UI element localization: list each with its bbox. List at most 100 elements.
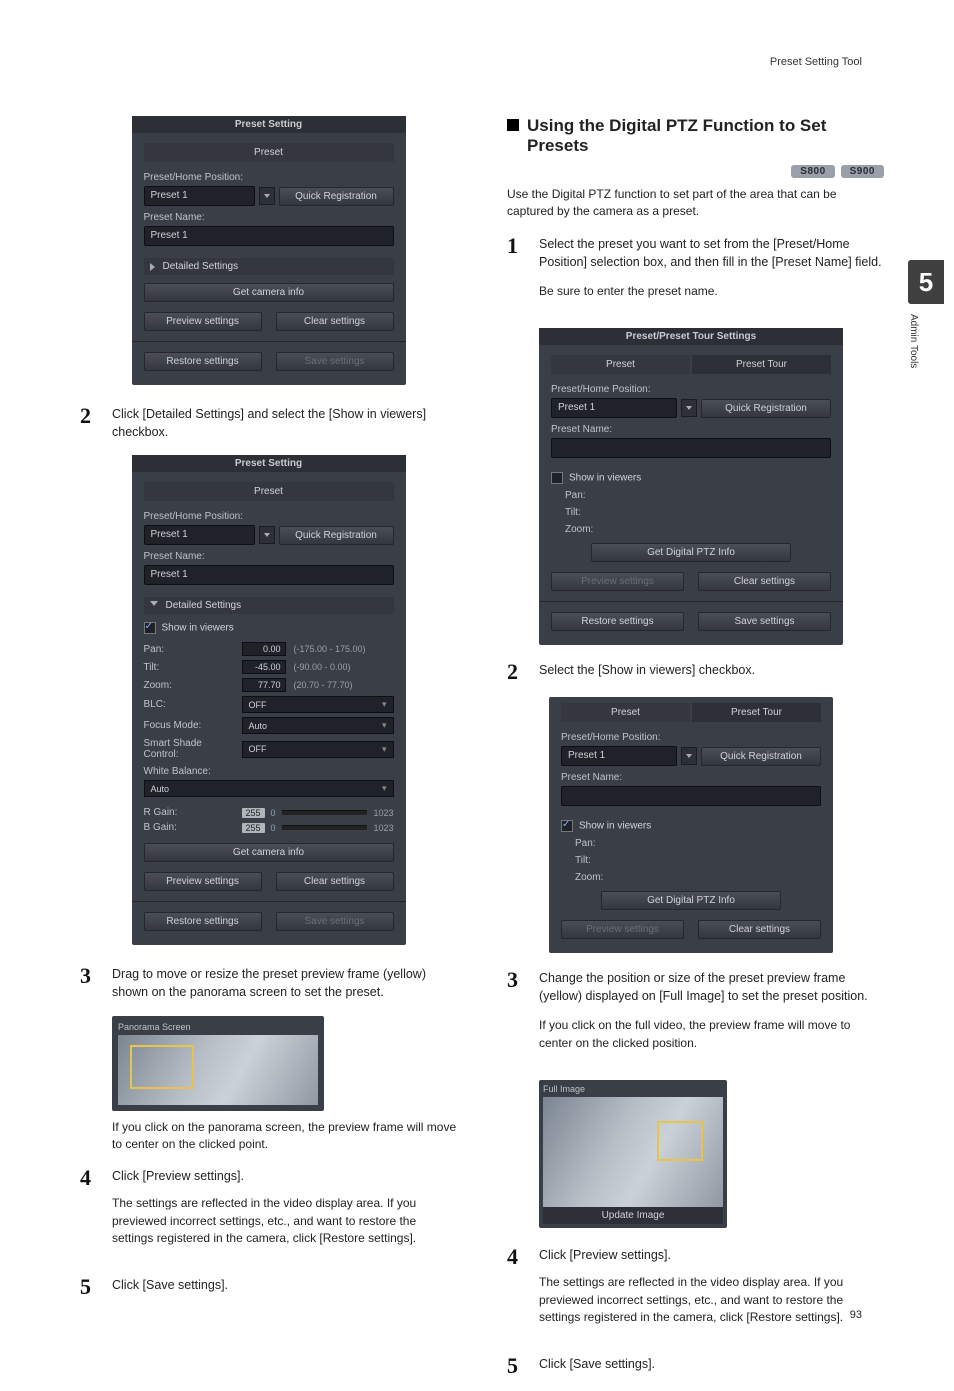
chevron-down-icon[interactable]	[681, 399, 697, 417]
ssc-label: Smart Shade Control:	[144, 738, 234, 760]
show-in-viewers-checkbox[interactable]	[561, 820, 573, 832]
preset-home-select[interactable]: Preset 1	[561, 746, 677, 766]
preset-home-label: Preset/Home Position:	[144, 172, 394, 183]
pill-s900: S900	[841, 165, 884, 178]
show-in-viewers-checkbox[interactable]	[551, 472, 563, 484]
pan-label: Pan:	[565, 490, 831, 501]
preset-home-select[interactable]: Preset 1	[144, 186, 255, 206]
save-settings-button[interactable]: Save settings	[276, 352, 394, 371]
chevron-down-icon[interactable]	[259, 526, 275, 544]
step-5: 5 Click [Save settings].	[507, 1355, 884, 1377]
preview-settings-button[interactable]: Preview settings	[144, 872, 262, 891]
pan-value[interactable]: 0.00	[242, 642, 286, 656]
update-image-button[interactable]: Update Image	[543, 1207, 723, 1224]
pan-row: Pan: 0.00 (-175.00 - 175.00)	[144, 642, 394, 656]
pan-range: (-175.00 - 175.00)	[294, 644, 366, 654]
chapter-sidebar: 5 Admin Tools	[908, 260, 944, 368]
step-3: 3 Drag to move or resize the preset prev…	[80, 965, 457, 1001]
pill-s800: S800	[791, 165, 834, 178]
get-digital-ptz-button[interactable]: Get Digital PTZ Info	[591, 543, 791, 562]
section-intro: Use the Digital PTZ function to set part…	[507, 186, 884, 221]
preset-name-input[interactable]	[551, 438, 831, 458]
step-text: Click [Detailed Settings] and select the…	[112, 405, 457, 441]
r-gain-max: 1023	[373, 808, 393, 818]
zoom-label: Zoom:	[565, 524, 831, 535]
restore-settings-button[interactable]: Restore settings	[144, 912, 262, 931]
step-2: 2 Select the [Show in viewers] checkbox.	[507, 661, 884, 683]
wb-label: White Balance:	[144, 766, 394, 777]
preview-settings-button[interactable]: Preview settings	[551, 572, 684, 591]
blc-select[interactable]: OFF▾	[242, 696, 394, 713]
step-text: Click [Save settings].	[539, 1355, 884, 1373]
preset-home-select[interactable]: Preset 1	[144, 525, 255, 545]
tilt-value[interactable]: -45.00	[242, 660, 286, 674]
tilt-range: (-90.00 - 0.00)	[294, 662, 351, 672]
page-number: 93	[850, 1309, 862, 1321]
quick-registration-button[interactable]: Quick Registration	[279, 187, 394, 206]
chevron-down-icon: ▾	[382, 720, 387, 731]
tab-preset-tour[interactable]: Preset Tour	[692, 703, 821, 722]
step-number: 1	[507, 235, 525, 257]
chevron-down-icon[interactable]	[681, 747, 697, 765]
zoom-label: Zoom:	[575, 872, 821, 883]
get-camera-info-button[interactable]: Get camera info	[144, 283, 394, 302]
preset-name-input[interactable]	[561, 786, 821, 806]
quick-registration-button[interactable]: Quick Registration	[701, 399, 831, 418]
preset-home-select[interactable]: Preset 1	[551, 398, 677, 418]
save-settings-button[interactable]: Save settings	[698, 612, 831, 631]
r-gain-label: R Gain:	[144, 807, 234, 818]
step-4: 4 Click [Preview settings]. The settings…	[80, 1167, 457, 1261]
chevron-down-icon[interactable]	[259, 187, 275, 205]
step-number: 3	[507, 969, 525, 991]
quick-registration-button[interactable]: Quick Registration	[279, 526, 394, 545]
detailed-settings-toggle[interactable]: Detailed Settings	[144, 597, 394, 614]
step-body: The settings are reflected in the video …	[539, 1274, 884, 1326]
preview-settings-button[interactable]: Preview settings	[144, 312, 262, 331]
chevron-down-icon	[150, 601, 158, 610]
tab-preset[interactable]: Preset	[561, 703, 690, 722]
clear-settings-button[interactable]: Clear settings	[698, 572, 831, 591]
quick-registration-button[interactable]: Quick Registration	[701, 747, 821, 766]
save-settings-button[interactable]: Save settings	[276, 912, 394, 931]
chevron-down-icon: ▾	[382, 699, 387, 710]
tab-preset[interactable]: Preset	[144, 143, 394, 162]
b-gain-slider[interactable]: 255 0 1023	[242, 823, 394, 833]
panel-title: Preset Setting	[132, 455, 406, 472]
wb-select[interactable]: Auto▾	[144, 780, 394, 797]
step-number: 4	[80, 1167, 98, 1189]
full-image-caption: Full Image	[543, 1084, 723, 1094]
clear-settings-button[interactable]: Clear settings	[276, 312, 394, 331]
restore-settings-button[interactable]: Restore settings	[144, 352, 262, 371]
right-column: Using the Digital PTZ Function to Set Pr…	[507, 116, 884, 1391]
pan-label: Pan:	[144, 644, 234, 655]
get-camera-info-button[interactable]: Get camera info	[144, 843, 394, 862]
focus-select[interactable]: Auto▾	[242, 717, 394, 734]
get-digital-ptz-button[interactable]: Get Digital PTZ Info	[601, 891, 781, 910]
step-head: Click [Preview settings].	[539, 1246, 884, 1264]
b-gain-value: 255	[242, 823, 265, 833]
preset-name-input[interactable]: Preset 1	[144, 565, 394, 585]
chevron-down-icon: ▾	[382, 744, 387, 755]
r-gain-slider[interactable]: 255 0 1023	[242, 808, 394, 818]
ssc-select[interactable]: OFF▾	[242, 741, 394, 758]
preset-name-input[interactable]: Preset 1	[144, 226, 394, 246]
tab-preset[interactable]: Preset	[144, 482, 394, 501]
clear-settings-button[interactable]: Clear settings	[276, 872, 394, 891]
zoom-row: Zoom:77.70(20.70 - 77.70)	[144, 678, 394, 692]
b-gain-row: B Gain: 255 0 1023	[144, 822, 394, 833]
clear-settings-button[interactable]: Clear settings	[698, 920, 821, 939]
preset-tour-panel-2: Preset Preset Tour Preset/Home Position:…	[549, 697, 833, 953]
tab-preset-tour[interactable]: Preset Tour	[692, 355, 831, 374]
preset-name-label: Preset Name:	[551, 424, 831, 435]
zoom-value[interactable]: 77.70	[242, 678, 286, 692]
step-1: 1 Select the preset you want to set from…	[507, 235, 884, 315]
detailed-settings-toggle[interactable]: Detailed Settings	[144, 258, 394, 275]
preview-settings-button[interactable]: Preview settings	[561, 920, 684, 939]
step-text: Select the [Show in viewers] checkbox.	[539, 661, 884, 679]
panorama-screenshot: Panorama Screen	[112, 1016, 324, 1111]
step-number: 4	[507, 1246, 525, 1268]
restore-settings-button[interactable]: Restore settings	[551, 612, 684, 631]
ssc-row: Smart Shade Control: OFF▾	[144, 738, 394, 760]
tab-preset[interactable]: Preset	[551, 355, 690, 374]
show-in-viewers-checkbox[interactable]	[144, 622, 156, 634]
